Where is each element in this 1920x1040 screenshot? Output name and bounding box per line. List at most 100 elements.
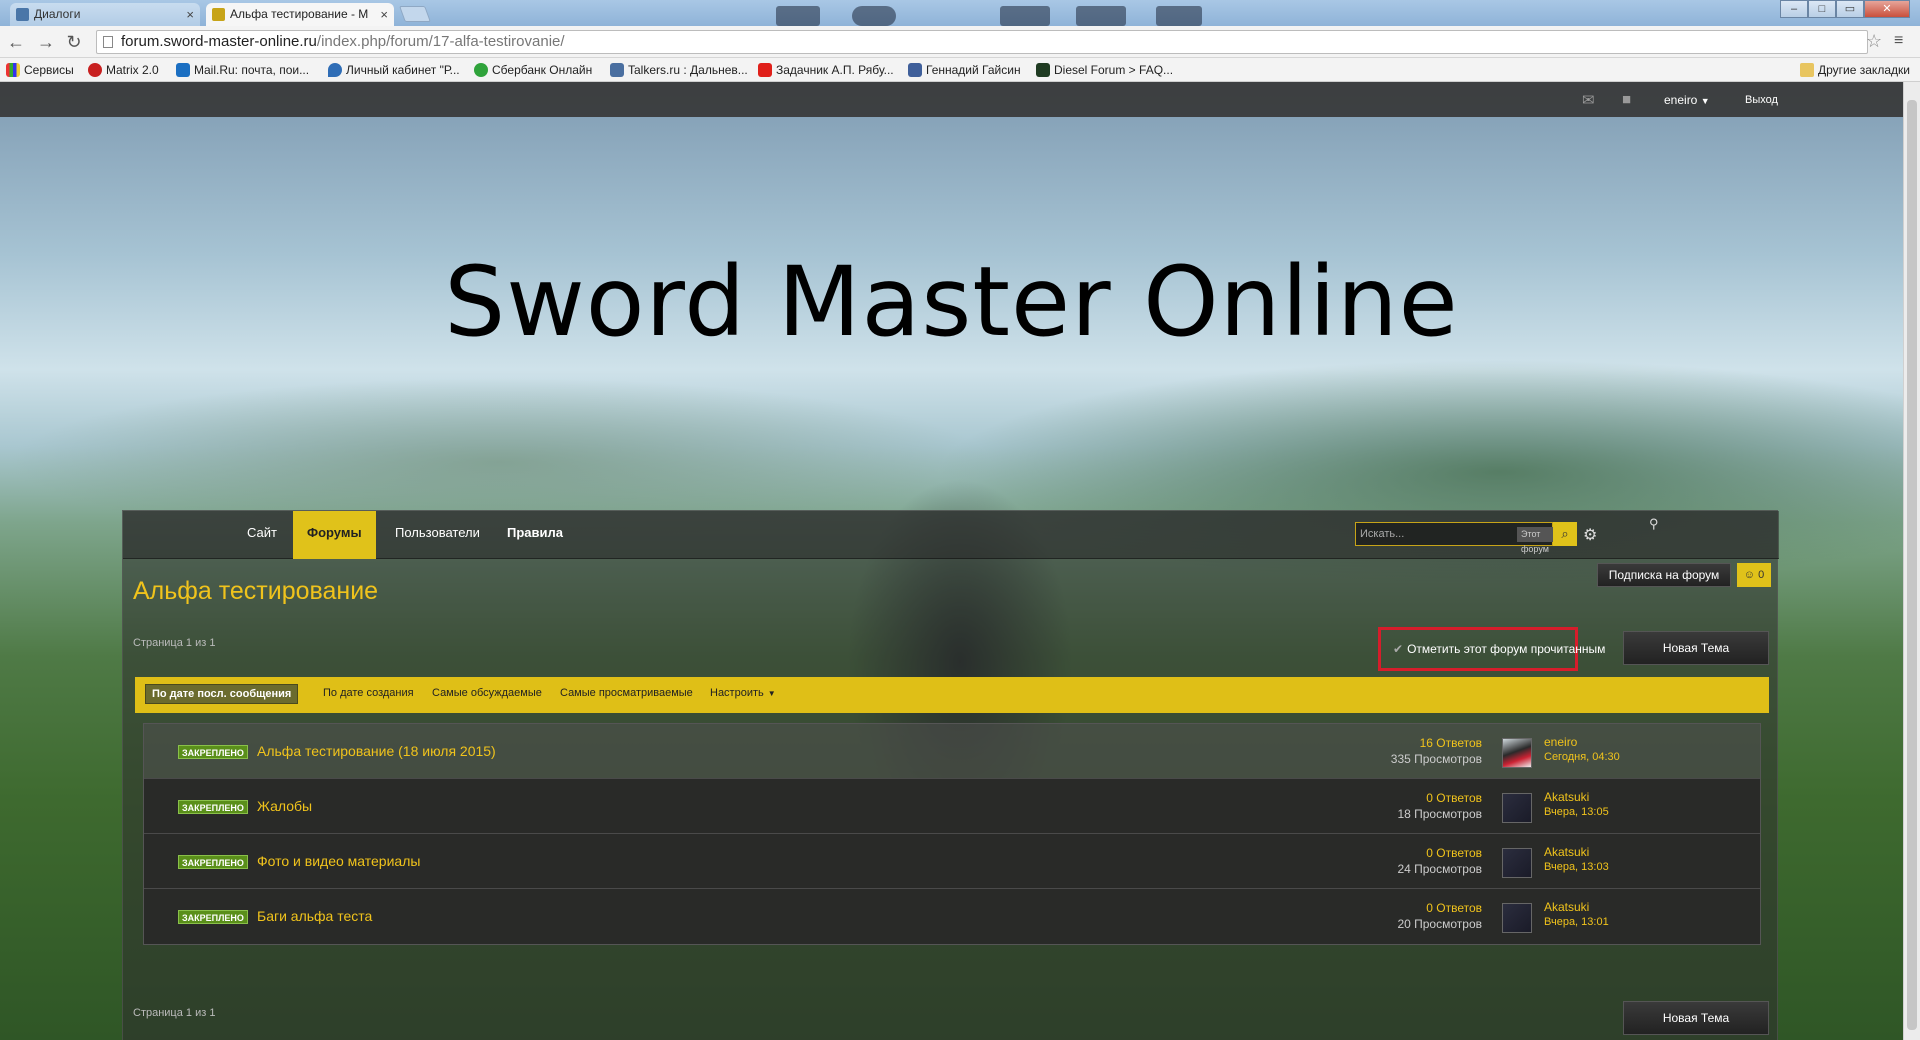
scrollbar-thumb[interactable] (1907, 100, 1917, 1030)
sort-by-last-post[interactable]: По дате посл. сообщения (145, 684, 299, 704)
bookmark-label: Diesel Forum > FAQ... (1054, 63, 1174, 77)
new-topic-button-bottom[interactable]: Новая Тема (1623, 1001, 1769, 1035)
site-logo[interactable]: Sword Master Online (0, 246, 1903, 358)
search-input[interactable] (1358, 525, 1508, 543)
bookmark-item[interactable]: Геннадий Гайсин (908, 62, 1021, 78)
last-poster-link[interactable]: Akatsuki (1544, 900, 1589, 914)
subscribe-forum-button[interactable]: Подписка на форум (1597, 563, 1731, 587)
last-poster-link[interactable]: Akatsuki (1544, 845, 1589, 859)
pinned-badge: ЗАКРЕПЛЕНО (178, 855, 248, 869)
nav-tab-rules[interactable]: Правила (493, 511, 577, 559)
table-row[interactable]: ЗАКРЕПЛЕНО Баги альфа теста 0 Ответов 20… (144, 889, 1760, 944)
restore-icon[interactable]: ▭ (1836, 0, 1864, 18)
sort-bar: По дате посл. сообщения По дате создания… (135, 677, 1769, 713)
address-path: /index.php/forum/17-alfa-testirovanie/ (316, 33, 565, 50)
topic-replies[interactable]: 0 Ответов (1426, 791, 1482, 805)
page-scrollbar[interactable] (1903, 82, 1920, 1040)
taskbar-thumb-icon (776, 6, 820, 26)
bookmark-item[interactable]: Mail.Ru: почта, пои... (176, 62, 309, 78)
location-pin-icon[interactable]: ⚲ (1649, 516, 1659, 532)
bookmarks-bar: Сервисы Matrix 2.0 Mail.Ru: почта, пои..… (0, 58, 1920, 82)
bookmark-item[interactable]: Diesel Forum > FAQ... (1036, 62, 1173, 78)
bookmark-label: Matrix 2.0 (106, 63, 159, 77)
bookmark-folder-other[interactable]: Другие закладки (1800, 62, 1910, 78)
address-host: forum.sword-master-online.ru (121, 33, 317, 50)
topic-title-link[interactable]: Альфа тестирование (18 июля 2015) (257, 743, 496, 759)
chevron-down-icon: ▼ (1700, 96, 1710, 106)
address-bar[interactable]: forum.sword-master-online.ru/index.php/f… (96, 30, 1868, 54)
tab-label: Диалоги (34, 7, 81, 21)
sort-most-viewed[interactable]: Самые просматриваемые (560, 687, 693, 699)
bookmark-item[interactable]: Matrix 2.0 (88, 62, 159, 78)
browser-tab-dialogs[interactable]: Диалоги × (10, 3, 200, 26)
sort-by-created[interactable]: По дате создания (323, 687, 414, 699)
last-post-date[interactable]: Сегодня, 04:30 (1544, 751, 1620, 763)
search-scope-toggle[interactable]: Этот форум (1517, 527, 1553, 554)
last-post-date[interactable]: Вчера, 13:05 (1544, 806, 1609, 818)
topic-replies[interactable]: 0 Ответов (1426, 901, 1482, 915)
taskbar-thumb-icon (1156, 6, 1202, 26)
last-poster-link[interactable]: Akatsuki (1544, 790, 1589, 804)
topic-title-link[interactable]: Баги альфа теста (257, 908, 372, 924)
forward-arrow-icon[interactable]: → (36, 32, 56, 52)
sberbank-icon (474, 63, 488, 77)
browser-tab-forum[interactable]: Альфа тестирование - M × (206, 3, 394, 26)
topic-title-link[interactable]: Фото и видео материалы (257, 853, 420, 869)
bookmark-item[interactable]: Talkers.ru : Дальнев... (610, 62, 748, 78)
bookmark-label: Сбербанк Онлайн (492, 63, 593, 77)
topic-replies[interactable]: 0 Ответов (1426, 846, 1482, 860)
avatar[interactable] (1502, 793, 1532, 823)
search-icon[interactable]: ⌕ (1553, 522, 1577, 546)
logout-link[interactable]: Выход (1745, 94, 1778, 106)
follow-count: 0 (1758, 569, 1765, 581)
new-tab-button[interactable] (399, 6, 431, 22)
close-window-icon[interactable]: ✕ (1864, 0, 1910, 18)
sort-customize-dropdown[interactable]: Настроить ▼ (710, 687, 776, 699)
chevron-down-icon: ▼ (767, 689, 776, 698)
notifications-icon[interactable]: ■ (1622, 91, 1631, 108)
last-post-date[interactable]: Вчера, 13:03 (1544, 861, 1609, 873)
mark-forum-read-button[interactable]: ✔ Отметить этот форум прочитанным (1378, 627, 1605, 671)
bookmark-label: Личный кабинет "Р... (346, 63, 460, 77)
avatar[interactable] (1502, 738, 1532, 768)
topic-title-link[interactable]: Жалобы (257, 798, 312, 814)
inbox-envelope-icon[interactable]: ✉ (1582, 91, 1595, 109)
bookmark-item[interactable]: Сервисы (6, 62, 74, 78)
pinned-badge: ЗАКРЕПЛЕНО (178, 910, 248, 924)
nav-tab-users[interactable]: Пользователи (381, 511, 494, 559)
user-menu[interactable]: eneiro ▼ (1664, 93, 1710, 107)
bookmark-item[interactable]: Задачник А.П. Рябу... (758, 62, 894, 78)
last-post-date[interactable]: Вчера, 13:01 (1544, 916, 1609, 928)
table-row[interactable]: ЗАКРЕПЛЕНО Альфа тестирование (18 июля 2… (144, 724, 1760, 779)
matrix-icon (88, 63, 102, 77)
checkmark-icon: ✔ (1393, 642, 1404, 656)
bookmark-item[interactable]: Личный кабинет "Р... (328, 62, 460, 78)
back-arrow-icon[interactable]: ← (6, 32, 26, 52)
topic-list: ЗАКРЕПЛЕНО Альфа тестирование (18 июля 2… (143, 723, 1761, 945)
bookmark-star-icon[interactable]: ☆ (1866, 31, 1882, 52)
bookmark-item[interactable]: Сбербанк Онлайн (474, 62, 592, 78)
topic-replies[interactable]: 16 Ответов (1420, 736, 1482, 750)
avatar[interactable] (1502, 903, 1532, 933)
gear-icon[interactable]: ⚙ (1583, 525, 1597, 545)
minimize-icon[interactable]: – (1780, 0, 1808, 18)
sort-most-replied[interactable]: Самые обсуждаемые (432, 687, 542, 699)
close-tab-icon[interactable]: × (186, 3, 194, 26)
main-nav: Сайт Форумы Пользователи Правила Этот фо… (123, 511, 1779, 559)
table-row[interactable]: ЗАКРЕПЛЕНО Фото и видео материалы 0 Отве… (144, 834, 1760, 889)
page-icon (103, 36, 113, 48)
bookmark-label: Задачник А.П. Рябу... (776, 63, 894, 77)
table-row[interactable]: ЗАКРЕПЛЕНО Жалобы 0 Ответов 18 Просмотро… (144, 779, 1760, 834)
last-poster-link[interactable]: eneiro (1544, 735, 1577, 749)
nav-tab-site[interactable]: Сайт (233, 511, 291, 559)
close-tab-icon[interactable]: × (380, 3, 388, 26)
sort-customize-label: Настроить (710, 687, 764, 699)
topic-views: 20 Просмотров (1397, 917, 1482, 931)
new-topic-button[interactable]: Новая Тема (1623, 631, 1769, 665)
maximize-icon[interactable]: □ (1808, 0, 1836, 18)
nav-tab-forums[interactable]: Форумы (293, 511, 376, 559)
follow-count-button[interactable]: ☺ 0 (1737, 563, 1771, 587)
reload-icon[interactable]: ↻ (64, 32, 84, 52)
avatar[interactable] (1502, 848, 1532, 878)
browser-menu-icon[interactable]: ≡ (1894, 32, 1903, 50)
